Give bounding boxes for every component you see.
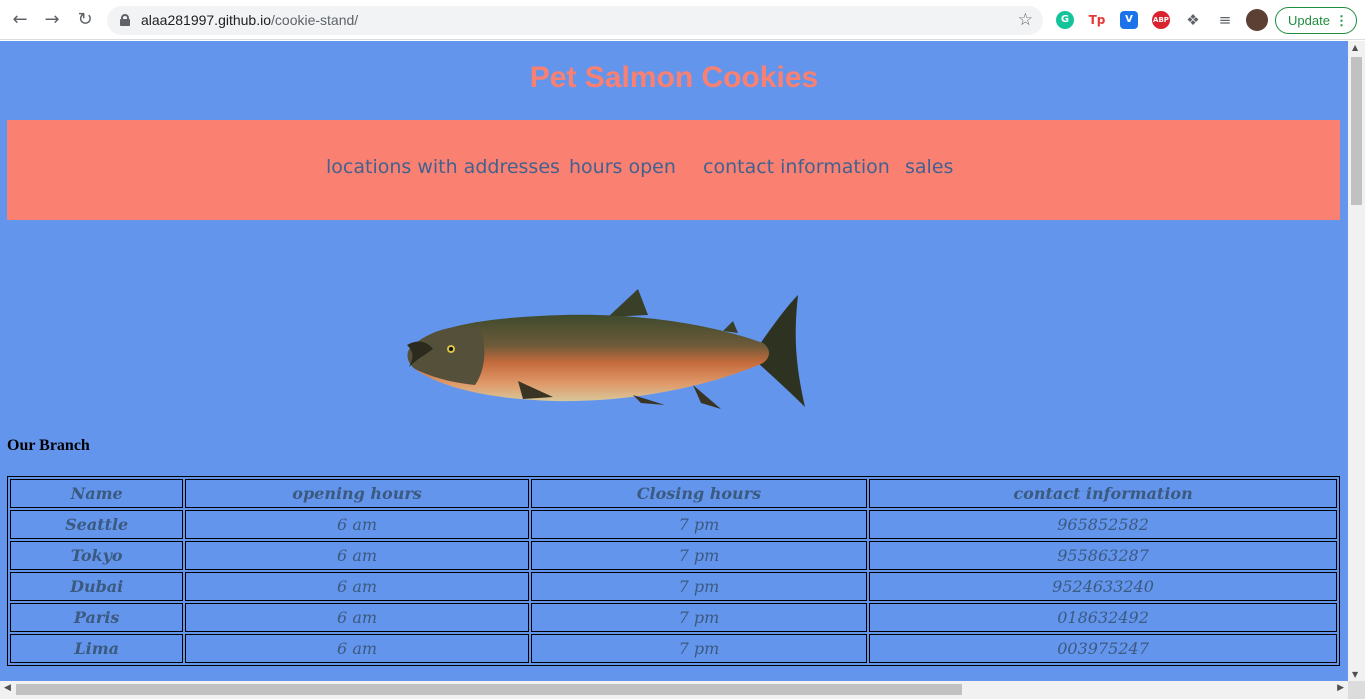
scroll-up-arrow-icon[interactable]: ▲: [1352, 43, 1358, 52]
cell-contact: 018632492: [869, 603, 1337, 632]
forward-arrow-icon[interactable]: →: [42, 10, 62, 30]
grammarly-icon[interactable]: G: [1056, 11, 1074, 29]
branch-table: Name opening hours Closing hours contact…: [7, 476, 1340, 666]
branch-heading: Our Branch: [7, 437, 90, 454]
vertical-scrollbar[interactable]: ▲ ▼: [1348, 41, 1365, 681]
page-title: Pet Salmon Cookies: [529, 61, 819, 94]
cell-opening: 6 am: [185, 510, 529, 539]
vertical-scroll-thumb[interactable]: [1351, 57, 1362, 205]
cell-opening: 6 am: [185, 541, 529, 570]
table-row: Paris 6 am 7 pm 018632492: [10, 603, 1337, 632]
table-row: Tokyo 6 am 7 pm 955863287: [10, 541, 1337, 570]
profile-avatar[interactable]: [1246, 9, 1268, 31]
shield-vpn-icon[interactable]: V: [1120, 11, 1138, 29]
cell-closing: 7 pm: [530, 541, 868, 570]
scroll-down-arrow-icon[interactable]: ▼: [1352, 670, 1358, 679]
cell-opening: 6 am: [185, 572, 529, 601]
nav-link-contact[interactable]: contact information: [703, 156, 890, 178]
cell-city: Lima: [10, 634, 184, 663]
cell-contact: 965852582: [869, 510, 1337, 539]
lock-icon: [120, 14, 130, 26]
nav-link-locations[interactable]: locations with addresses: [326, 156, 560, 178]
update-button[interactable]: Update ⋮: [1275, 7, 1357, 34]
column-header-opening: opening hours: [185, 479, 529, 508]
cell-contact: 003975247: [869, 634, 1337, 663]
cell-opening: 6 am: [185, 634, 529, 663]
horizontal-scroll-thumb[interactable]: [16, 684, 962, 695]
cell-closing: 7 pm: [530, 510, 868, 539]
update-label: Update: [1288, 13, 1330, 28]
table-row: Seattle 6 am 7 pm 965852582: [10, 510, 1337, 539]
back-arrow-icon[interactable]: ←: [10, 10, 30, 30]
table-row: Lima 6 am 7 pm 003975247: [10, 634, 1337, 663]
cell-city: Tokyo: [10, 541, 184, 570]
adblock-plus-icon[interactable]: ABP: [1152, 11, 1170, 29]
extensions-puzzle-icon[interactable]: ❖: [1183, 10, 1203, 30]
table-row: Dubai 6 am 7 pm 9524633240: [10, 572, 1337, 601]
tp-icon[interactable]: Tp: [1088, 11, 1106, 29]
cell-city: Seattle: [10, 510, 184, 539]
salmon-image: [407, 289, 805, 409]
cell-contact: 9524633240: [869, 572, 1337, 601]
cell-closing: 7 pm: [530, 634, 868, 663]
cell-city: Dubai: [10, 572, 184, 601]
page-viewport: Pet Salmon Cookies locations with addres…: [0, 41, 1348, 681]
cell-closing: 7 pm: [530, 603, 868, 632]
horizontal-scrollbar[interactable]: ◀ ▶: [0, 681, 1348, 699]
scrollbar-corner: [1348, 681, 1365, 699]
column-header-closing: Closing hours: [530, 479, 868, 508]
reload-icon[interactable]: ↻: [75, 10, 95, 30]
scroll-left-arrow-icon[interactable]: ◀: [4, 683, 11, 693]
more-menu-icon[interactable]: ⋮: [1335, 8, 1348, 33]
browser-toolbar: ← → ↻ alaa281997.github.io/cookie-stand/…: [0, 0, 1365, 40]
cell-opening: 6 am: [185, 603, 529, 632]
media-queue-icon[interactable]: ≡: [1215, 10, 1235, 30]
bookmark-star-icon[interactable]: ☆: [1018, 10, 1033, 30]
column-header-contact: contact information: [869, 479, 1337, 508]
cell-closing: 7 pm: [530, 572, 868, 601]
nav-link-sales[interactable]: sales: [905, 156, 953, 178]
main-navbar: locations with addresses hours open cont…: [7, 120, 1340, 220]
column-header-name: Name: [10, 479, 184, 508]
scroll-right-arrow-icon[interactable]: ▶: [1337, 683, 1344, 693]
address-bar[interactable]: alaa281997.github.io/cookie-stand/ ☆: [107, 6, 1043, 35]
url-text: alaa281997.github.io/cookie-stand/: [141, 12, 359, 28]
nav-link-hours[interactable]: hours open: [569, 156, 676, 178]
cell-contact: 955863287: [869, 541, 1337, 570]
table-header-row: Name opening hours Closing hours contact…: [10, 479, 1337, 508]
cell-city: Paris: [10, 603, 184, 632]
